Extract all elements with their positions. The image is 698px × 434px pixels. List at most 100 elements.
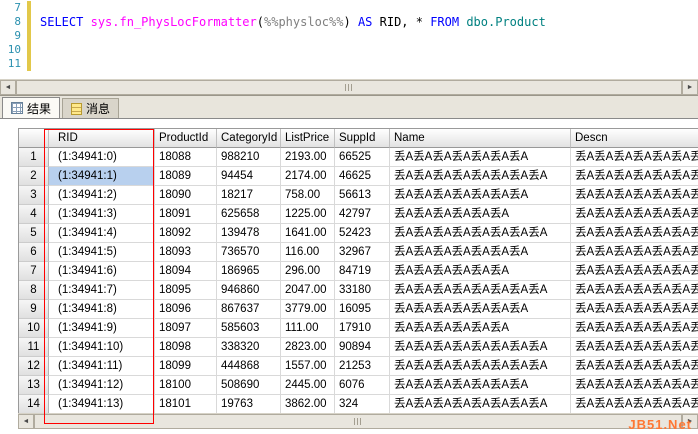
data-cell[interactable]: 33180 bbox=[335, 281, 390, 300]
data-cell[interactable]: 1225.00 bbox=[281, 205, 335, 224]
data-cell[interactable]: 丢A丢A丢A丢A丢A丢A丢A丢A丢A丢A bbox=[571, 395, 698, 414]
data-cell[interactable]: 丢A丢A丢A丢A丢A丢A丢A丢A bbox=[390, 357, 571, 376]
data-cell[interactable]: (1:34941:7) bbox=[49, 281, 155, 300]
column-header-listprice[interactable]: ListPrice bbox=[281, 129, 335, 148]
column-header-descn[interactable]: Descn bbox=[571, 129, 698, 148]
line-number-gutter[interactable]: 7 8 9 10 11 bbox=[0, 1, 24, 71]
grid-horizontal-scrollbar[interactable]: ◄ ► bbox=[18, 413, 698, 429]
data-cell[interactable]: 139478 bbox=[217, 224, 281, 243]
data-cell[interactable]: (1:34941:8) bbox=[49, 300, 155, 319]
data-cell[interactable]: 2823.00 bbox=[281, 338, 335, 357]
data-cell[interactable]: 66525 bbox=[335, 148, 390, 167]
data-cell[interactable]: 丢A丢A丢A丢A丢A丢A丢A丢A丢A丢A bbox=[571, 243, 698, 262]
data-cell[interactable]: 丢A丢A丢A丢A丢A丢A丢A丢A丢A丢A bbox=[571, 205, 698, 224]
data-cell[interactable]: 18092 bbox=[155, 224, 217, 243]
grid-corner-cell[interactable] bbox=[19, 129, 49, 148]
data-cell[interactable]: (1:34941:2) bbox=[49, 186, 155, 205]
row-number-cell[interactable]: 6 bbox=[19, 243, 49, 262]
data-cell[interactable]: 18094 bbox=[155, 262, 217, 281]
data-cell[interactable]: 18096 bbox=[155, 300, 217, 319]
data-cell[interactable]: 丢A丢A丢A丢A丢A丢A bbox=[390, 319, 571, 338]
data-cell[interactable]: 444868 bbox=[217, 357, 281, 376]
editor-scroll-left-button[interactable]: ◄ bbox=[0, 80, 16, 95]
data-cell[interactable]: 丢A丢A丢A丢A丢A丢A丢A丢A丢A丢A bbox=[571, 357, 698, 376]
data-cell[interactable]: 18099 bbox=[155, 357, 217, 376]
row-number-cell[interactable]: 7 bbox=[19, 262, 49, 281]
data-cell[interactable]: 52423 bbox=[335, 224, 390, 243]
data-cell[interactable]: 56613 bbox=[335, 186, 390, 205]
row-number-cell[interactable]: 5 bbox=[19, 224, 49, 243]
data-cell[interactable]: 18089 bbox=[155, 167, 217, 186]
tab-results[interactable]: 结果 bbox=[2, 97, 61, 118]
data-cell[interactable]: 18093 bbox=[155, 243, 217, 262]
data-cell[interactable]: 18097 bbox=[155, 319, 217, 338]
data-cell[interactable]: 丢A丢A丢A丢A丢A丢A丢A丢A丢A丢A bbox=[571, 300, 698, 319]
data-cell[interactable]: 2174.00 bbox=[281, 167, 335, 186]
data-cell[interactable]: 丢A丢A丢A丢A丢A丢A丢A丢A bbox=[390, 281, 571, 300]
data-cell[interactable]: 丢A丢A丢A丢A丢A丢A丢A丢A丢A丢A bbox=[571, 148, 698, 167]
row-number-cell[interactable]: 13 bbox=[19, 376, 49, 395]
data-cell[interactable]: 丢A丢A丢A丢A丢A丢A丢A丢A丢A丢A bbox=[571, 338, 698, 357]
row-number-cell[interactable]: 12 bbox=[19, 357, 49, 376]
data-cell[interactable]: 42797 bbox=[335, 205, 390, 224]
data-cell[interactable]: (1:34941:10) bbox=[49, 338, 155, 357]
data-cell[interactable]: 338320 bbox=[217, 338, 281, 357]
data-cell[interactable]: 94454 bbox=[217, 167, 281, 186]
row-number-cell[interactable]: 8 bbox=[19, 281, 49, 300]
data-cell[interactable]: 1641.00 bbox=[281, 224, 335, 243]
data-cell[interactable]: (1:34941:9) bbox=[49, 319, 155, 338]
data-cell[interactable]: 21253 bbox=[335, 357, 390, 376]
data-cell[interactable]: 2193.00 bbox=[281, 148, 335, 167]
data-cell[interactable]: (1:34941:12) bbox=[49, 376, 155, 395]
row-number-cell[interactable]: 9 bbox=[19, 300, 49, 319]
data-cell[interactable]: 296.00 bbox=[281, 262, 335, 281]
column-header-productid[interactable]: ProductId bbox=[155, 129, 217, 148]
data-cell[interactable]: 2445.00 bbox=[281, 376, 335, 395]
editor-scroll-right-button[interactable]: ► bbox=[682, 80, 698, 95]
column-header-suppid[interactable]: SuppId bbox=[335, 129, 390, 148]
row-number-cell[interactable]: 14 bbox=[19, 395, 49, 414]
data-cell[interactable]: 丢A丢A丢A丢A丢A丢A丢A丢A丢A丢A bbox=[571, 186, 698, 205]
data-cell[interactable]: 16095 bbox=[335, 300, 390, 319]
code-line[interactable] bbox=[40, 57, 698, 71]
data-cell[interactable]: 90894 bbox=[335, 338, 390, 357]
data-cell[interactable]: 736570 bbox=[217, 243, 281, 262]
data-cell[interactable]: (1:34941:13) bbox=[49, 395, 155, 414]
data-cell[interactable]: 18088 bbox=[155, 148, 217, 167]
data-cell[interactable]: 丢A丢A丢A丢A丢A丢A丢A丢A丢A丢A bbox=[571, 224, 698, 243]
code-line[interactable] bbox=[40, 43, 698, 57]
data-cell[interactable]: 丢A丢A丢A丢A丢A丢A丢A丢A bbox=[390, 395, 571, 414]
code-lines[interactable]: SELECT sys.fn_PhysLocFormatter(%%physloc… bbox=[40, 1, 698, 71]
data-cell[interactable]: 32967 bbox=[335, 243, 390, 262]
data-cell[interactable]: 3779.00 bbox=[281, 300, 335, 319]
data-cell[interactable]: 18098 bbox=[155, 338, 217, 357]
data-cell[interactable]: 丢A丢A丢A丢A丢A丢A丢A丢A丢A丢A bbox=[571, 167, 698, 186]
code-line[interactable] bbox=[40, 29, 698, 43]
data-cell[interactable]: 丢A丢A丢A丢A丢A丢A丢A bbox=[390, 300, 571, 319]
data-cell[interactable]: 116.00 bbox=[281, 243, 335, 262]
data-cell[interactable]: 丢A丢A丢A丢A丢A丢A丢A丢A丢A丢A bbox=[571, 319, 698, 338]
data-cell[interactable]: 111.00 bbox=[281, 319, 335, 338]
data-cell[interactable]: (1:34941:0) bbox=[49, 148, 155, 167]
data-cell[interactable]: 丢A丢A丢A丢A丢A丢A丢A丢A bbox=[390, 338, 571, 357]
data-cell[interactable]: 508690 bbox=[217, 376, 281, 395]
data-cell[interactable]: 625658 bbox=[217, 205, 281, 224]
data-cell[interactable]: 324 bbox=[335, 395, 390, 414]
data-cell[interactable]: 18101 bbox=[155, 395, 217, 414]
data-cell[interactable]: 丢A丢A丢A丢A丢A丢A丢A丢A bbox=[390, 167, 571, 186]
column-header-rid[interactable]: RID bbox=[49, 129, 155, 148]
data-cell[interactable]: 19763 bbox=[217, 395, 281, 414]
data-cell[interactable]: 丢A丢A丢A丢A丢A丢A丢A bbox=[390, 376, 571, 395]
data-cell[interactable]: (1:34941:4) bbox=[49, 224, 155, 243]
data-cell[interactable]: (1:34941:6) bbox=[49, 262, 155, 281]
data-cell[interactable]: 84719 bbox=[335, 262, 390, 281]
row-number-cell[interactable]: 2 bbox=[19, 167, 49, 186]
data-cell[interactable]: 988210 bbox=[217, 148, 281, 167]
code-line[interactable] bbox=[40, 1, 698, 15]
row-number-cell[interactable]: 4 bbox=[19, 205, 49, 224]
data-cell[interactable]: 丢A丢A丢A丢A丢A丢A丢A bbox=[390, 186, 571, 205]
code-line[interactable]: SELECT sys.fn_PhysLocFormatter(%%physloc… bbox=[40, 15, 698, 29]
tab-messages[interactable]: 消息 bbox=[62, 98, 120, 118]
column-header-name[interactable]: Name bbox=[390, 129, 571, 148]
data-cell[interactable]: 17910 bbox=[335, 319, 390, 338]
